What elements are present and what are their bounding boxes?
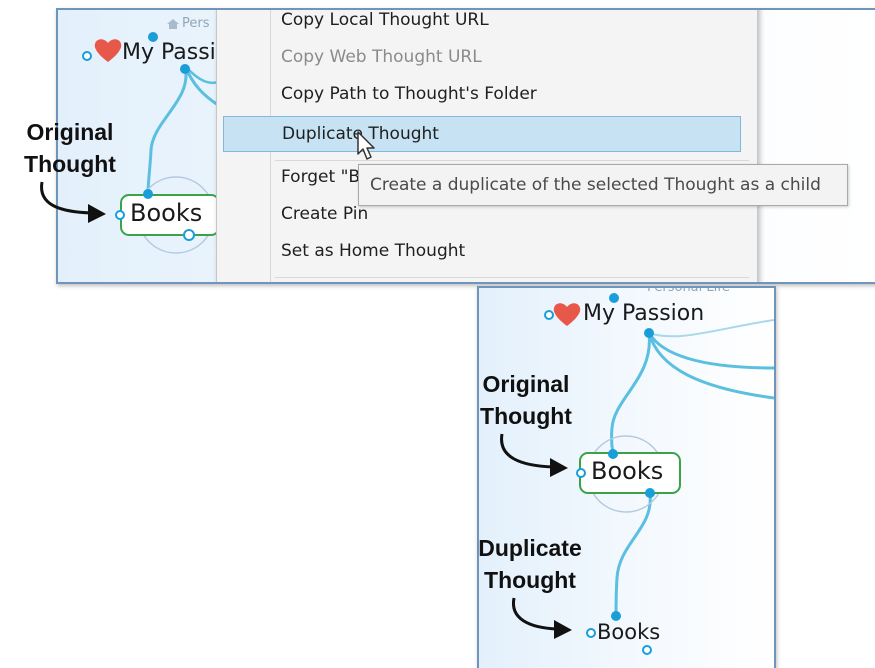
menu-item-create-pin[interactable]: Create Pin [281,200,368,228]
menu-item-copy-path[interactable]: Copy Path to Thought's Folder [281,80,537,108]
curved-arrow-icon [500,433,568,477]
callout-duplicate: Duplicate Thought [462,532,598,596]
callout-duplicate-line1: Duplicate [478,535,582,561]
menu-item-copy-local-url[interactable]: Copy Local Thought URL [281,10,489,34]
callout-original-bottom-line1: Original [482,371,570,397]
callout-original-top-line1: Original [26,119,114,145]
node-dot-duplicate-top[interactable] [611,611,621,621]
node-dot-duplicate-bottom[interactable] [642,645,652,655]
node-dot-original-bottom[interactable] [645,488,655,498]
menu-item-duplicate-thought[interactable]: Duplicate Thought [223,116,741,152]
curved-arrow-icon [40,181,106,223]
callout-original-top-line2: Thought [24,151,116,177]
callout-original-bottom: Original Thought [466,368,586,432]
node-dot-duplicate-left[interactable] [586,628,596,638]
curved-arrow-icon [511,597,572,639]
menu-item-copy-web-url[interactable]: Copy Web Thought URL [281,43,482,71]
menu-separator-bottom [275,277,749,278]
menu-separator [275,160,749,161]
brain-view-before: Pers My Passion Books Copy Local Thought… [56,8,875,284]
tooltip: Create a duplicate of the selected Thoug… [358,164,848,206]
callout-duplicate-line2: Thought [484,567,576,593]
node-dot-books-top[interactable] [143,189,153,199]
callout-original-top: Original Thought [10,116,130,180]
menu-item-set-home[interactable]: Set as Home Thought [281,237,465,265]
node-dot-original-top[interactable] [608,449,618,459]
mouse-pointer-icon [356,130,378,167]
callout-original-bottom-line2: Thought [480,403,572,429]
context-menu: Copy Local Thought URL Copy Web Thought … [216,10,758,282]
node-dot-books-bottom[interactable] [183,229,195,241]
